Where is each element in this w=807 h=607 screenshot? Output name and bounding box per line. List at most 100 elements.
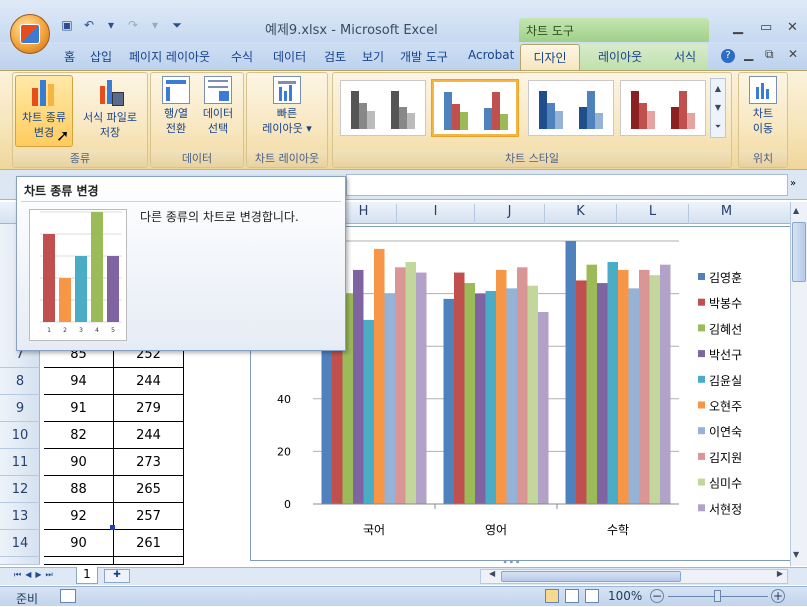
tab-formulas[interactable]: 수식 (231, 48, 253, 65)
close-icon[interactable]: ✕ (787, 20, 798, 35)
x-tick-label: 국어 (363, 523, 385, 537)
redo-icon[interactable]: ↷ (124, 17, 142, 33)
table-cell[interactable]: 265 (114, 476, 184, 503)
chart-style-3[interactable] (528, 80, 614, 136)
chart-bar (628, 288, 639, 504)
tooltip-separator (21, 201, 341, 202)
redo-dropdown-icon[interactable]: ▾ (146, 17, 164, 33)
type-group-label: 종류 (13, 150, 147, 167)
workbook-restore-icon[interactable]: ⧉ (765, 47, 774, 62)
row-header[interactable]: 10 (0, 422, 40, 449)
table-cell[interactable]: 91 (44, 395, 114, 422)
chart-bars-icon (28, 76, 60, 108)
row-header[interactable]: 13 (0, 503, 40, 530)
switch-row-column-button[interactable]: 행/열 전환 (154, 76, 198, 136)
save-as-template-button[interactable]: 서식 파일로 저장 (74, 76, 146, 140)
formula-input[interactable] (346, 174, 788, 196)
zoom-in-icon[interactable]: + (771, 589, 785, 603)
table-cell[interactable]: 273 (114, 449, 184, 476)
table-cell[interactable]: 90 (44, 449, 114, 476)
tab-layout[interactable]: 레이아웃 (598, 48, 642, 65)
table-cell[interactable]: 82 (44, 422, 114, 449)
tooltip-preview-chart: 1 2 3 4 5 (29, 209, 127, 341)
horizontal-scrollbar[interactable]: ◀ ▶ (480, 569, 788, 584)
select-data-button[interactable]: 데이터 선택 (196, 76, 240, 136)
undo-icon[interactable]: ↶ (80, 17, 98, 33)
page-layout-view-icon[interactable] (565, 589, 579, 603)
row-header[interactable]: 15 (0, 557, 40, 565)
column-header-i[interactable]: I (396, 204, 474, 224)
tab-acrobat[interactable]: Acrobat (468, 48, 514, 62)
table-cell[interactable]: 92 (44, 503, 114, 530)
normal-view-icon[interactable] (545, 589, 559, 603)
tab-page-layout[interactable]: 페이지 레이아웃 (129, 48, 210, 65)
quick-layout-button[interactable]: 빠른 레이아웃 ▾ (250, 76, 324, 136)
save-icon[interactable]: ▣ (58, 17, 76, 33)
column-header-j[interactable]: J (474, 204, 544, 224)
preview-x-label: 5 (111, 327, 115, 334)
move-chart-button[interactable]: 차트 이동 (740, 76, 786, 136)
table-cell[interactable]: 90 (44, 530, 114, 557)
undo-dropdown-icon[interactable]: ▾ (102, 17, 120, 33)
vertical-scroll-thumb[interactable] (792, 222, 806, 282)
workbook-close-icon[interactable]: ✕ (788, 47, 798, 61)
table-cell[interactable]: 261 (114, 530, 184, 557)
chart-style-1[interactable] (340, 80, 426, 136)
horizontal-scroll-thumb[interactable] (501, 571, 681, 582)
row-header[interactable]: 11 (0, 449, 40, 476)
scroll-right-icon[interactable]: ▶ (777, 569, 783, 578)
minimize-icon[interactable]: ▁ (733, 20, 743, 35)
switch-line2: 전환 (165, 122, 187, 135)
sheet-tab-1[interactable]: 1 (76, 567, 98, 584)
scroll-left-icon[interactable]: ◀ (489, 569, 495, 578)
chart-style-2[interactable] (432, 80, 518, 136)
tab-home[interactable]: 홈 (64, 48, 75, 65)
expand-formula-bar-icon[interactable]: » (790, 178, 796, 189)
table-cell[interactable] (114, 557, 184, 565)
page-break-view-icon[interactable] (585, 589, 599, 603)
legend-swatch (698, 273, 705, 280)
table-cell[interactable]: 244 (114, 368, 184, 395)
chart-bar (597, 283, 608, 504)
customize-qat-icon[interactable]: ⏷ (168, 17, 186, 33)
row-header[interactable]: 14 (0, 530, 40, 557)
chart-style-4[interactable] (620, 80, 706, 136)
row-header[interactable]: 12 (0, 476, 40, 503)
tab-review[interactable]: 검토 (324, 48, 346, 65)
chart-bar (464, 283, 475, 504)
scroll-down-icon[interactable]: ▼ (793, 550, 799, 559)
selection-handle[interactable] (110, 525, 115, 530)
row-header[interactable]: 8 (0, 368, 40, 395)
zoom-level[interactable]: 100% (608, 589, 642, 603)
office-button[interactable] (10, 14, 50, 54)
macro-record-icon[interactable] (60, 589, 76, 603)
insert-sheet-icon[interactable]: ✚ (104, 569, 130, 583)
row-header[interactable]: 9 (0, 395, 40, 422)
tab-data[interactable]: 데이터 (273, 48, 306, 65)
styles-scroll[interactable]: ▲ ▼ ⏷ (710, 78, 726, 138)
table-cell[interactable] (44, 557, 114, 565)
table-cell[interactable]: 257 (114, 503, 184, 530)
scroll-up-icon[interactable]: ▲ (793, 206, 799, 215)
maximize-icon[interactable]: ▭ (760, 20, 772, 35)
workbook-minimize-icon[interactable]: ▁ (744, 47, 753, 61)
vertical-scrollbar[interactable]: ▲ ▼ (790, 202, 807, 566)
zoom-out-icon[interactable]: − (650, 589, 664, 603)
tab-design[interactable]: 디자인 (520, 44, 580, 70)
table-cell[interactable]: 279 (114, 395, 184, 422)
help-icon[interactable]: ? (721, 49, 735, 63)
tab-developer[interactable]: 개발 도구 (400, 48, 448, 65)
tab-format[interactable]: 서식 (674, 48, 696, 65)
sheet-navigation-icons[interactable]: ⏮◀▶⏭ (14, 570, 57, 580)
tab-view[interactable]: 보기 (362, 48, 384, 65)
legend-label: 김윤실 (709, 374, 742, 388)
table-cell[interactable]: 244 (114, 422, 184, 449)
table-cell[interactable]: 88 (44, 476, 114, 503)
column-header-l[interactable]: L (616, 204, 688, 224)
tab-insert[interactable]: 삽입 (90, 48, 112, 65)
switch-row-column-icon (162, 76, 190, 104)
column-header-k[interactable]: K (544, 204, 616, 224)
table-cell[interactable]: 94 (44, 368, 114, 395)
zoom-slider-thumb[interactable] (714, 590, 721, 602)
column-header-m[interactable]: M (688, 204, 764, 224)
